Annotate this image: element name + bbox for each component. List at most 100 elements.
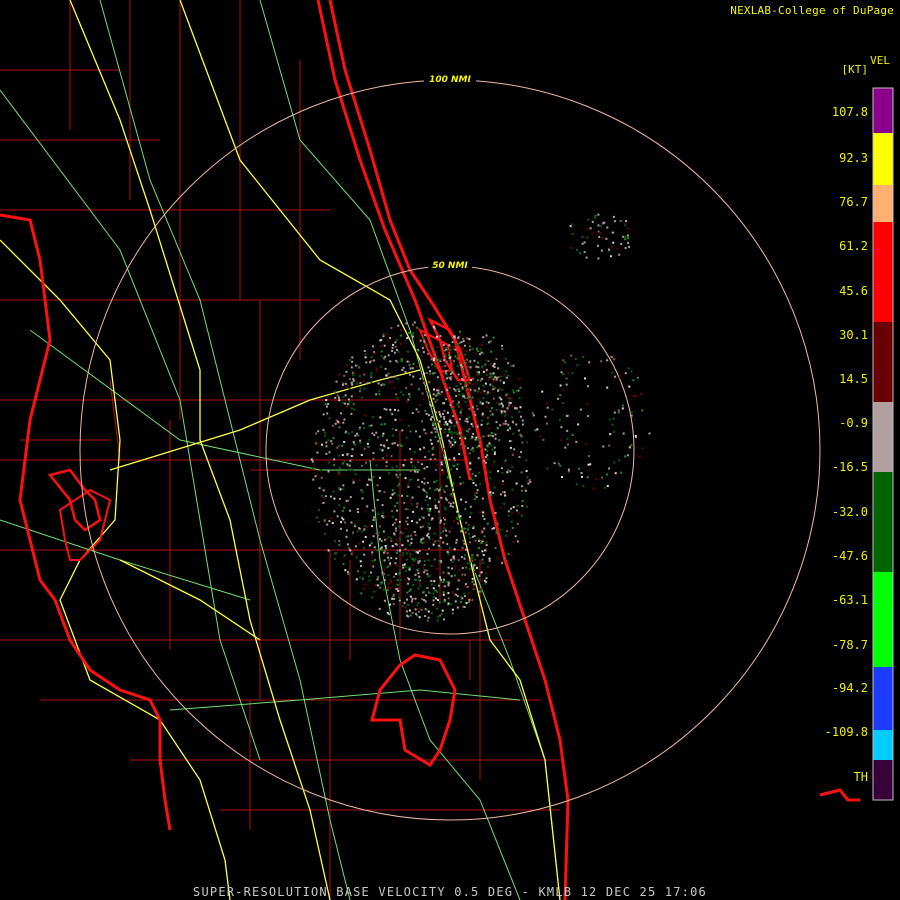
velocity-echo-pixel <box>395 338 398 341</box>
velocity-echo-pixel <box>351 468 354 471</box>
velocity-echo-pixel <box>377 576 380 578</box>
velocity-echo-pixel <box>432 422 435 425</box>
velocity-echo-pixel <box>323 519 326 522</box>
velocity-echo-pixel <box>621 407 624 410</box>
velocity-echo-pixel <box>450 575 453 578</box>
velocity-echo-pixel <box>355 556 358 559</box>
velocity-echo-pixel <box>360 592 363 595</box>
velocity-echo-pixel <box>361 497 364 500</box>
velocity-echo-pixel <box>347 499 350 502</box>
velocity-echo-pixel <box>378 390 381 393</box>
velocity-echo-pixel <box>576 364 579 367</box>
velocity-echo-pixel <box>486 450 489 453</box>
velocity-echo-pixel <box>474 413 477 416</box>
velocity-echo-pixel <box>497 376 500 379</box>
velocity-echo-pixel <box>375 369 378 372</box>
velocity-echo-pixel <box>507 514 510 517</box>
velocity-echo-pixel <box>359 381 362 384</box>
velocity-echo-pixel <box>624 235 627 238</box>
velocity-echo-pixel <box>350 366 353 369</box>
velocity-echo-pixel <box>453 465 456 468</box>
velocity-echo-pixel <box>431 453 434 456</box>
velocity-echo-pixel <box>617 377 620 380</box>
velocity-echo-pixel <box>348 547 351 550</box>
velocity-echo-pixel <box>489 372 492 375</box>
velocity-echo-pixel <box>506 471 509 474</box>
velocity-echo-pixel <box>546 402 548 405</box>
velocity-echo-pixel <box>437 489 440 492</box>
velocity-echo-pixel <box>469 348 471 351</box>
velocity-echo-pixel <box>546 467 549 470</box>
velocity-echo-pixel <box>391 597 394 600</box>
velocity-echo-pixel <box>424 334 426 337</box>
velocity-echo-pixel <box>405 552 408 555</box>
velocity-echo-pixel <box>338 504 341 507</box>
velocity-echo-pixel <box>440 450 443 453</box>
velocity-echo-pixel <box>463 606 466 608</box>
velocity-echo-pixel <box>638 455 641 458</box>
velocity-echo-pixel <box>519 433 522 436</box>
velocity-echo-pixel <box>408 568 411 571</box>
velocity-echo-pixel <box>496 522 499 525</box>
velocity-echo-pixel <box>481 419 484 422</box>
velocity-echo-pixel <box>459 476 462 479</box>
velocity-echo-pixel <box>449 372 452 375</box>
velocity-echo-pixel <box>502 381 505 384</box>
velocity-echo-pixel <box>429 526 431 529</box>
velocity-echo-pixel <box>440 578 442 581</box>
velocity-echo-pixel <box>315 432 317 435</box>
velocity-echo-pixel <box>437 544 440 547</box>
velocity-echo-pixel <box>381 515 384 518</box>
velocity-echo-pixel <box>497 389 499 392</box>
velocity-echo-pixel <box>624 372 627 375</box>
velocity-echo-pixel <box>487 359 490 362</box>
velocity-echo-pixel <box>458 453 461 456</box>
velocity-echo-pixel <box>490 444 493 447</box>
velocity-echo-pixel <box>443 585 446 588</box>
velocity-echo-pixel <box>387 582 390 585</box>
velocity-echo-pixel <box>463 527 466 530</box>
velocity-echo-pixel <box>479 590 482 593</box>
velocity-echo-pixel <box>465 375 468 378</box>
velocity-echo-pixel <box>442 530 445 533</box>
velocity-echo-pixel <box>467 389 470 392</box>
velocity-echo-pixel <box>443 415 446 418</box>
velocity-echo-pixel <box>409 595 412 598</box>
velocity-echo-pixel <box>435 597 437 600</box>
velocity-echo-pixel <box>473 411 476 413</box>
velocity-echo-pixel <box>584 377 586 380</box>
velocity-echo-pixel <box>450 527 453 530</box>
velocity-echo-pixel <box>464 361 467 364</box>
velocity-echo-pixel <box>507 362 510 365</box>
velocity-echo-pixel <box>431 347 434 350</box>
velocity-echo-pixel <box>382 587 385 590</box>
velocity-echo-pixel <box>439 378 442 381</box>
velocity-echo-pixel <box>424 615 427 617</box>
velocity-echo-pixel <box>390 557 393 559</box>
velocity-echo-pixel <box>483 513 486 516</box>
velocity-echo-pixel <box>452 400 454 403</box>
velocity-echo-pixel <box>465 521 468 524</box>
velocity-echo-pixel <box>465 566 468 569</box>
velocity-echo-pixel <box>410 538 413 541</box>
velocity-echo-pixel <box>532 414 535 417</box>
velocity-echo-pixel <box>473 571 476 573</box>
velocity-echo-pixel <box>372 416 374 419</box>
velocity-echo-pixel <box>469 568 472 571</box>
velocity-echo-pixel <box>447 597 450 600</box>
velocity-echo-pixel <box>370 424 373 427</box>
velocity-echo-pixel <box>423 564 426 567</box>
velocity-echo-pixel <box>410 383 413 386</box>
velocity-echo-pixel <box>356 364 359 367</box>
velocity-echo-pixel <box>493 486 496 489</box>
velocity-echo-pixel <box>606 386 609 389</box>
velocity-echo-pixel <box>346 385 349 388</box>
velocity-echo-pixel <box>345 529 348 532</box>
velocity-echo-pixel <box>427 504 430 506</box>
velocity-echo-pixel <box>427 526 430 529</box>
velocity-echo-pixel <box>482 511 485 514</box>
velocity-echo-pixel <box>433 580 436 583</box>
velocity-echo-pixel <box>586 236 589 239</box>
velocity-echo-pixel <box>468 428 471 431</box>
velocity-echo-pixel <box>485 541 488 544</box>
